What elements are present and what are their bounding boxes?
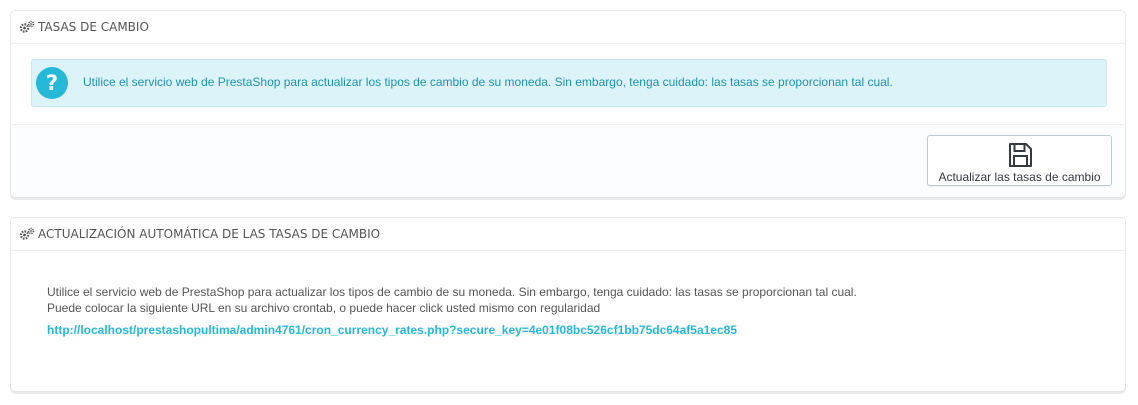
gears-icon xyxy=(19,20,35,34)
question-icon: ? xyxy=(36,67,68,99)
gears-icon xyxy=(19,227,35,241)
info-alert: ? Utilice el servicio web de PrestaShop … xyxy=(31,59,1107,107)
panel-footer: Actualizar las tasas de cambio xyxy=(11,124,1125,197)
info-alert-text: Utilice el servicio web de PrestaShop pa… xyxy=(83,75,893,89)
auto-update-body: Utilice el servicio web de PrestaShop pa… xyxy=(47,284,857,338)
panel-title: TASAS DE CAMBIO xyxy=(38,19,149,34)
save-icon xyxy=(1007,142,1033,173)
update-rates-button[interactable]: Actualizar las tasas de cambio xyxy=(927,135,1112,186)
exchange-rates-panel: TASAS DE CAMBIO ? Utilice el servicio we… xyxy=(10,10,1126,198)
auto-update-description: Utilice el servicio web de PrestaShop pa… xyxy=(47,285,857,299)
crontab-instructions: Puede colocar la siguiente URL en su arc… xyxy=(47,301,601,315)
auto-update-panel: ACTUALIZACIÓN AUTOMÁTICA DE LAS TASAS DE… xyxy=(10,217,1126,392)
cron-url-link[interactable]: http://localhost/prestashopultima/admin4… xyxy=(47,322,737,338)
panel-title: ACTUALIZACIÓN AUTOMÁTICA DE LAS TASAS DE… xyxy=(38,226,381,241)
exchange-rates-panel-heading: TASAS DE CAMBIO xyxy=(11,11,1125,44)
auto-update-panel-heading: ACTUALIZACIÓN AUTOMÁTICA DE LAS TASAS DE… xyxy=(11,218,1125,251)
update-rates-button-label: Actualizar las tasas de cambio xyxy=(938,170,1101,184)
